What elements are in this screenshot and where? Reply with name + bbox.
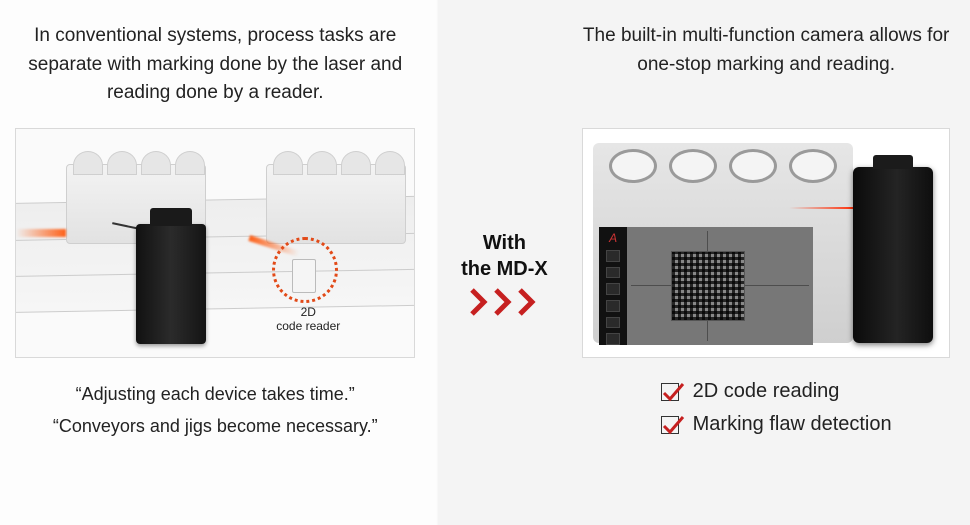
list-item: Marking flaw detection	[661, 413, 892, 436]
transition-line1: With	[483, 232, 526, 254]
benefit-label: 2D code reading	[693, 380, 840, 403]
transition-label: With the MD-X	[461, 230, 548, 282]
laser-beam-icon	[16, 229, 66, 237]
benefits-list: 2D code reading Marking flaw detection	[641, 380, 892, 436]
pain-point-quotes: “Adjusting each device takes time.” “Con…	[49, 378, 382, 443]
conventional-heading: In conventional systems, process tasks a…	[10, 22, 421, 110]
workpiece	[266, 164, 406, 244]
mdx-illustration: A	[582, 128, 950, 358]
quote-line: “Conveyors and jigs become necessary.”	[53, 410, 378, 442]
laser-beam-icon	[789, 207, 853, 209]
code-reader-label-line1: 2D	[301, 305, 316, 319]
code-reader-label-line2: code reader	[276, 319, 340, 333]
chevrons-right-icon	[469, 288, 539, 316]
laser-marker-device	[136, 224, 206, 344]
mdx-device	[853, 167, 933, 343]
conventional-column: In conventional systems, process tasks a…	[0, 0, 437, 525]
transition-line2: the MD-X	[461, 258, 548, 280]
quote-line: “Adjusting each device takes time.”	[53, 378, 378, 410]
check-icon	[661, 383, 679, 401]
comparison-layout: In conventional systems, process tasks a…	[0, 0, 970, 525]
transition-column: With the MD-X	[437, 0, 573, 525]
benefit-label: Marking flaw detection	[693, 413, 892, 436]
mdx-column: The built-in multi-function camera allow…	[572, 0, 970, 525]
conventional-illustration: 2D code reader	[15, 128, 415, 358]
camera-ui-sidebar: A	[599, 227, 627, 345]
camera-view-overlay: A	[599, 227, 813, 345]
check-icon	[661, 416, 679, 434]
2d-code-icon	[671, 251, 745, 321]
code-reader-device	[292, 259, 316, 293]
mdx-heading: The built-in multi-function camera allow…	[580, 22, 952, 110]
camera-live-view	[627, 227, 813, 345]
list-item: 2D code reading	[661, 380, 892, 403]
code-reader-label: 2D code reader	[268, 305, 348, 334]
selector-letter: A	[609, 231, 617, 245]
